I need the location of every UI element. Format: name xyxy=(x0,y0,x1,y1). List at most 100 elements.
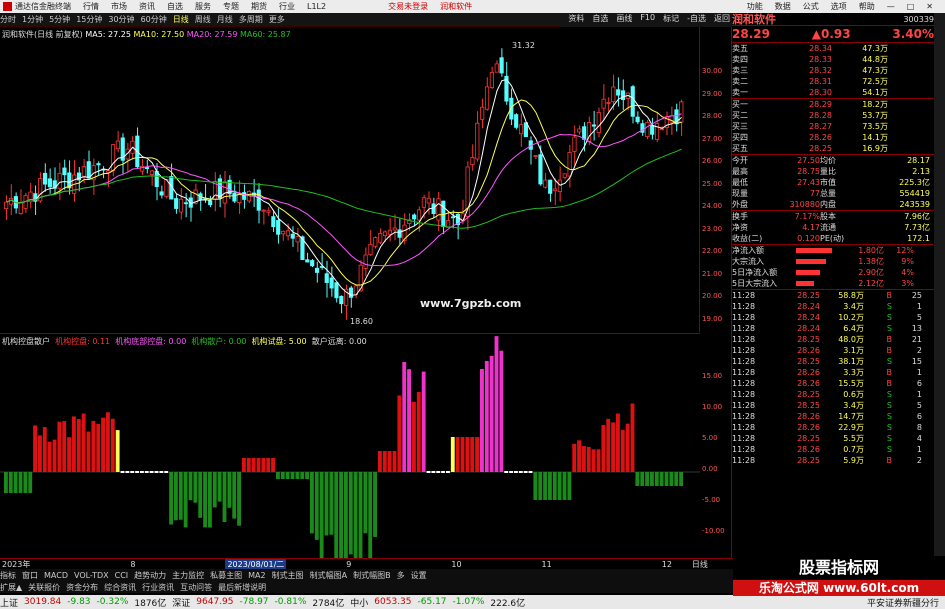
menu-news[interactable]: 资讯 xyxy=(139,1,155,12)
tab-5[interactable]: 趋势动力 xyxy=(134,570,166,581)
stat-cell: 2.13 xyxy=(912,167,930,176)
ext-tab-0[interactable]: 扩展▲ xyxy=(0,582,22,593)
period-8[interactable]: 月线 xyxy=(217,14,233,25)
window-stock: 润和软件 xyxy=(440,2,473,11)
ind-bar xyxy=(465,437,470,472)
menu-options[interactable]: 选项 xyxy=(831,1,847,12)
tab-8[interactable]: MA2 xyxy=(248,571,265,580)
tick-cell: 2 xyxy=(916,346,922,355)
btn-watch[interactable]: 自选 xyxy=(592,13,608,27)
period-1[interactable]: 1分钟 xyxy=(22,14,43,25)
period-6[interactable]: 日线 xyxy=(173,14,189,25)
tab-10[interactable]: 制式幅图A xyxy=(310,570,347,581)
menu-data[interactable]: 数据 xyxy=(775,1,791,12)
ind-bar xyxy=(382,451,387,472)
stat-cell: 股本 xyxy=(820,212,836,221)
menu-futures[interactable]: 期货 xyxy=(251,1,267,12)
btn-profile[interactable]: 资料 xyxy=(568,13,584,27)
index-pct: -0.32% xyxy=(96,597,129,607)
tick-list[interactable]: 11:28 28.25 58.8万 B 25 11:28 28.24 3.4万 S 1 11:28 2… xyxy=(732,289,934,466)
menu-help[interactable]: 帮助 xyxy=(859,1,875,12)
btn-back[interactable]: 返回 xyxy=(714,13,730,27)
tab-0[interactable]: 指标 xyxy=(0,570,16,581)
chart-watermark: www.7gpzb.com xyxy=(420,297,522,310)
date-8: 8 xyxy=(130,559,136,569)
ext-tab-4[interactable]: 行业资讯 xyxy=(142,582,174,593)
period-0[interactable]: 分时 xyxy=(0,14,16,25)
indicator-chart[interactable]: 机构控盘散户 机构控盘: 0.11 机构底部控盘: 0.00 机构散户: 0.0… xyxy=(0,333,700,576)
btn-draw[interactable]: 画线 xyxy=(616,13,632,27)
menu-hq[interactable]: 行情 xyxy=(83,1,99,12)
ind-bar xyxy=(460,437,465,472)
index-value: 6053.35 xyxy=(374,597,412,607)
menu-topic[interactable]: 专题 xyxy=(223,1,239,12)
menu-market[interactable]: 市场 xyxy=(111,1,127,12)
tab-4[interactable]: CCI xyxy=(115,571,129,580)
menu-watch[interactable]: 自选 xyxy=(167,1,183,12)
index-pct: -1.07% xyxy=(452,597,485,607)
trade-status[interactable]: 交易未登录 xyxy=(388,1,428,12)
tick-cell: B xyxy=(886,335,893,344)
btn-unwatch[interactable]: -自选 xyxy=(687,13,706,27)
ext-tab-6[interactable]: 最后新增说明 xyxy=(218,582,266,593)
ind-bar xyxy=(319,472,324,573)
candle-body xyxy=(208,200,213,206)
ext-tab-5[interactable]: 互动问答 xyxy=(180,582,212,593)
period-4[interactable]: 30分钟 xyxy=(108,14,134,25)
btn-f10[interactable]: F10 xyxy=(640,13,655,27)
stat-row: 今开 27.50 均价 28.17 xyxy=(732,155,934,166)
index-pct: -0.81% xyxy=(274,597,307,607)
tick-cell: 1 xyxy=(916,302,922,311)
flow-row: 5日大宗流入 2.12亿 3% xyxy=(732,278,934,289)
tab-6[interactable]: 主力监控 xyxy=(172,570,204,581)
period-9[interactable]: 多周期 xyxy=(239,14,263,25)
candle-body xyxy=(57,172,62,189)
index-name[interactable]: 中小 xyxy=(350,596,368,609)
tick-cell: 6 xyxy=(916,379,922,388)
book-row: 买五 28.25 16.9万 xyxy=(732,143,934,154)
candle-body xyxy=(276,220,281,235)
ext-tab-1[interactable]: 关联报价 xyxy=(28,582,60,593)
ind-bar xyxy=(52,439,57,472)
ext-tab-2[interactable]: 资金分布 xyxy=(66,582,98,593)
tick-cell: 28.24 xyxy=(797,313,820,322)
menu-service[interactable]: 服务 xyxy=(195,1,211,12)
period-3[interactable]: 15分钟 xyxy=(76,14,102,25)
period-2[interactable]: 5分钟 xyxy=(49,14,70,25)
index-name[interactable]: 上证 xyxy=(0,596,18,609)
period-5[interactable]: 60分钟 xyxy=(141,14,167,25)
kline-chart[interactable]: 润和软件(日线 前复权) MA5: 27.25 MA10: 27.50 MA20… xyxy=(0,27,700,332)
tab-2[interactable]: MACD xyxy=(44,571,68,580)
book-volume: 72.5万 xyxy=(862,77,888,86)
right-scrollbar[interactable] xyxy=(934,13,945,558)
ind-bar xyxy=(314,472,319,540)
period-10[interactable]: 更多 xyxy=(269,14,285,25)
tab-1[interactable]: 窗口 xyxy=(22,570,38,581)
minimize-icon[interactable]: — xyxy=(887,2,895,11)
menu-industry[interactable]: 行业 xyxy=(279,1,295,12)
maximize-icon[interactable]: □ xyxy=(907,2,915,11)
tab-7[interactable]: 私募主图 xyxy=(210,570,242,581)
index-name[interactable]: 深证 xyxy=(172,596,190,609)
menu-formula[interactable]: 公式 xyxy=(803,1,819,12)
candle-body xyxy=(62,167,67,176)
tick-cell: 28.26 xyxy=(797,423,820,432)
candle-body xyxy=(110,144,116,171)
tab-13[interactable]: 设置 xyxy=(411,570,427,581)
menu-l1l2[interactable]: L1L2 xyxy=(307,2,326,11)
tab-12[interactable]: 多 xyxy=(397,570,405,581)
close-icon[interactable]: ✕ xyxy=(926,2,933,11)
candle-body xyxy=(412,214,417,220)
btn-mark[interactable]: 标记 xyxy=(663,13,679,27)
ind-bar xyxy=(212,472,217,508)
ind-bar xyxy=(635,472,640,486)
ind-bar xyxy=(33,425,37,472)
candle-body xyxy=(86,161,91,179)
tab-3[interactable]: VOL-TDX xyxy=(74,571,109,580)
tab-9[interactable]: 制式主图 xyxy=(272,570,304,581)
tab-11[interactable]: 制式幅图B xyxy=(353,570,391,581)
ind-c: 机构散户: 0.00 xyxy=(191,337,247,346)
candle-body xyxy=(523,122,528,138)
ext-tab-3[interactable]: 综合资讯 xyxy=(104,582,136,593)
period-7[interactable]: 周线 xyxy=(195,14,211,25)
